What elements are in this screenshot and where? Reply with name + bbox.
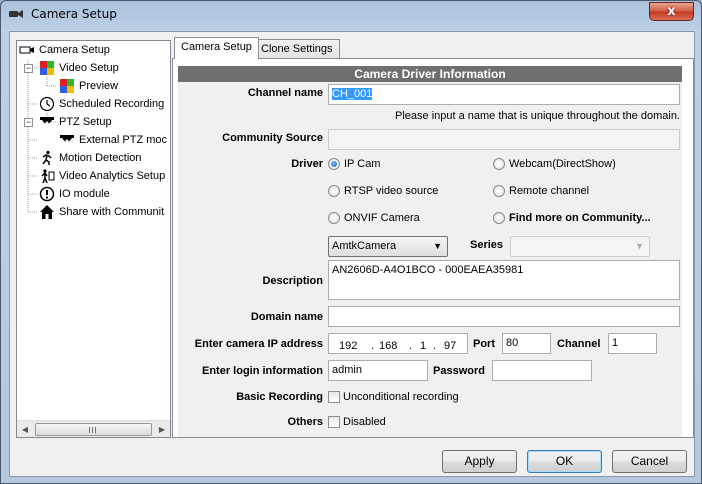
community-source-field[interactable] [328, 129, 680, 150]
description-label: Description [262, 275, 323, 287]
color-grid-icon [40, 61, 54, 75]
window-title: Camera Setup [31, 7, 117, 21]
channel-name-value: CH_001 [332, 88, 373, 100]
domain-name-label: Domain name [250, 311, 323, 323]
camera-model-select[interactable]: AmtkCamera ▼ [328, 236, 448, 257]
domain-name-field[interactable] [328, 306, 680, 327]
tree-item-label: IO module [59, 188, 110, 200]
ip-separator: . [433, 340, 437, 352]
tree-item-label: Share with Communit [59, 206, 165, 218]
driver-form: Channel name CH_001 Please input a name … [178, 82, 682, 437]
scroll-right-icon[interactable]: ▶ [157, 425, 167, 434]
camera-setup-panel: Camera Driver Information Channel name C… [172, 58, 694, 438]
login-field[interactable]: admin [328, 360, 428, 381]
basic-recording-label: Basic Recording [236, 391, 323, 403]
radio-remote-channel-label: Remote channel [509, 185, 590, 197]
channel-name-field[interactable]: CH_001 [328, 84, 680, 105]
radio-webcam-label: Webcam(DirectShow) [509, 158, 616, 170]
ip-separator: . [371, 340, 375, 352]
driver-label: Driver [291, 158, 323, 170]
grip-icon [89, 427, 98, 433]
dome-camera-icon [60, 135, 74, 143]
radio-rtsp-label: RTSP video source [344, 185, 439, 197]
series-select[interactable]: ▼ [510, 236, 650, 257]
clock-icon [39, 96, 55, 112]
description-field[interactable]: AN2606D-A4O1BCO - 000EAEA35981 [328, 260, 680, 300]
ip-octet-1[interactable]: 192 [339, 337, 357, 353]
ip-octet-2[interactable]: 168 [379, 337, 397, 353]
scroll-thumb[interactable] [35, 423, 152, 436]
channel-name-hint: Please input a name that is unique throu… [395, 110, 680, 122]
dialog-body: Camera Setup − Video Setup Preview Sched… [9, 31, 695, 477]
close-button[interactable]: x [649, 2, 694, 21]
title-bar[interactable]: Camera Setup x [1, 1, 701, 27]
analytics-icon [41, 169, 55, 184]
tree-item-label: Scheduled Recording [59, 98, 165, 110]
channel-name-label: Channel name [247, 87, 323, 99]
password-label: Password [433, 365, 485, 377]
ip-address-field[interactable]: 192 . 168 . 1 . 97 [328, 333, 468, 354]
collapse-toggle[interactable]: − [24, 118, 33, 127]
unconditional-recording-label: Unconditional recording [343, 391, 459, 403]
disabled-label: Disabled [343, 416, 386, 428]
password-field[interactable] [492, 360, 592, 381]
tree-item-label: PTZ Setup [59, 116, 112, 128]
series-label: Series [470, 239, 504, 251]
tab-clone-settings[interactable]: Clone Settings [254, 39, 340, 59]
camera-setup-window: Camera Setup x Camera Setup − Video Setu… [0, 0, 702, 484]
tab-camera-setup[interactable]: Camera Setup [174, 37, 259, 59]
radio-onvif-label: ONVIF Camera [344, 212, 420, 224]
radio-rtsp[interactable] [328, 185, 340, 197]
running-man-icon [42, 150, 52, 165]
radio-onvif[interactable] [328, 212, 340, 224]
radio-ip-cam[interactable] [328, 158, 340, 170]
ip-separator: . [409, 340, 413, 352]
tree-item-label: Preview [79, 80, 119, 92]
radio-ip-cam-label: IP Cam [344, 158, 381, 170]
section-title: Camera Driver Information [178, 66, 682, 82]
port-label: Port [473, 338, 495, 350]
collapse-toggle[interactable]: − [24, 64, 33, 73]
cancel-button[interactable]: Cancel [612, 450, 687, 473]
tree-item-label: Video Setup [59, 62, 119, 74]
camera-icon [9, 10, 23, 18]
house-icon [40, 205, 54, 219]
port-field[interactable]: 80 [502, 333, 551, 354]
channel-field[interactable]: 1 [608, 333, 657, 354]
camera-model-value: AmtkCamera [332, 240, 397, 252]
camera-icon [19, 46, 34, 54]
find-more-community-link[interactable]: Find more on Community... [509, 212, 651, 224]
tree-item-label: External PTZ moc [79, 134, 168, 146]
color-grid-icon [60, 79, 74, 93]
chevron-down-icon: ▼ [433, 241, 442, 251]
ok-button[interactable]: OK [527, 450, 602, 473]
tree-item-label: Camera Setup [39, 44, 110, 56]
settings-tree[interactable]: Camera Setup − Video Setup Preview Sched… [16, 40, 171, 438]
radio-remote-channel[interactable] [493, 185, 505, 197]
unconditional-recording-checkbox[interactable] [328, 391, 340, 403]
dome-camera-icon [40, 117, 54, 125]
radio-webcam[interactable] [493, 158, 505, 170]
community-source-label: Community Source [222, 132, 323, 144]
login-label: Enter login information [202, 365, 323, 377]
apply-button[interactable]: Apply [442, 450, 517, 473]
scroll-left-icon[interactable]: ◀ [20, 425, 30, 434]
tree-item-label: Motion Detection [59, 152, 142, 164]
channel-label: Channel [557, 338, 601, 350]
others-label: Others [287, 416, 323, 428]
ip-address-label: Enter camera IP address [194, 338, 323, 350]
ip-octet-4[interactable]: 97 [444, 337, 456, 353]
ip-octet-3[interactable]: 1 [420, 337, 426, 353]
chevron-down-icon: ▼ [635, 241, 644, 251]
tree-item-label: Video Analytics Setup [59, 170, 166, 182]
tree-horizontal-scrollbar[interactable]: ◀ ▶ [17, 420, 170, 437]
exclamation-icon [39, 186, 55, 202]
radio-find-more[interactable] [493, 212, 505, 224]
disabled-checkbox[interactable] [328, 416, 340, 428]
